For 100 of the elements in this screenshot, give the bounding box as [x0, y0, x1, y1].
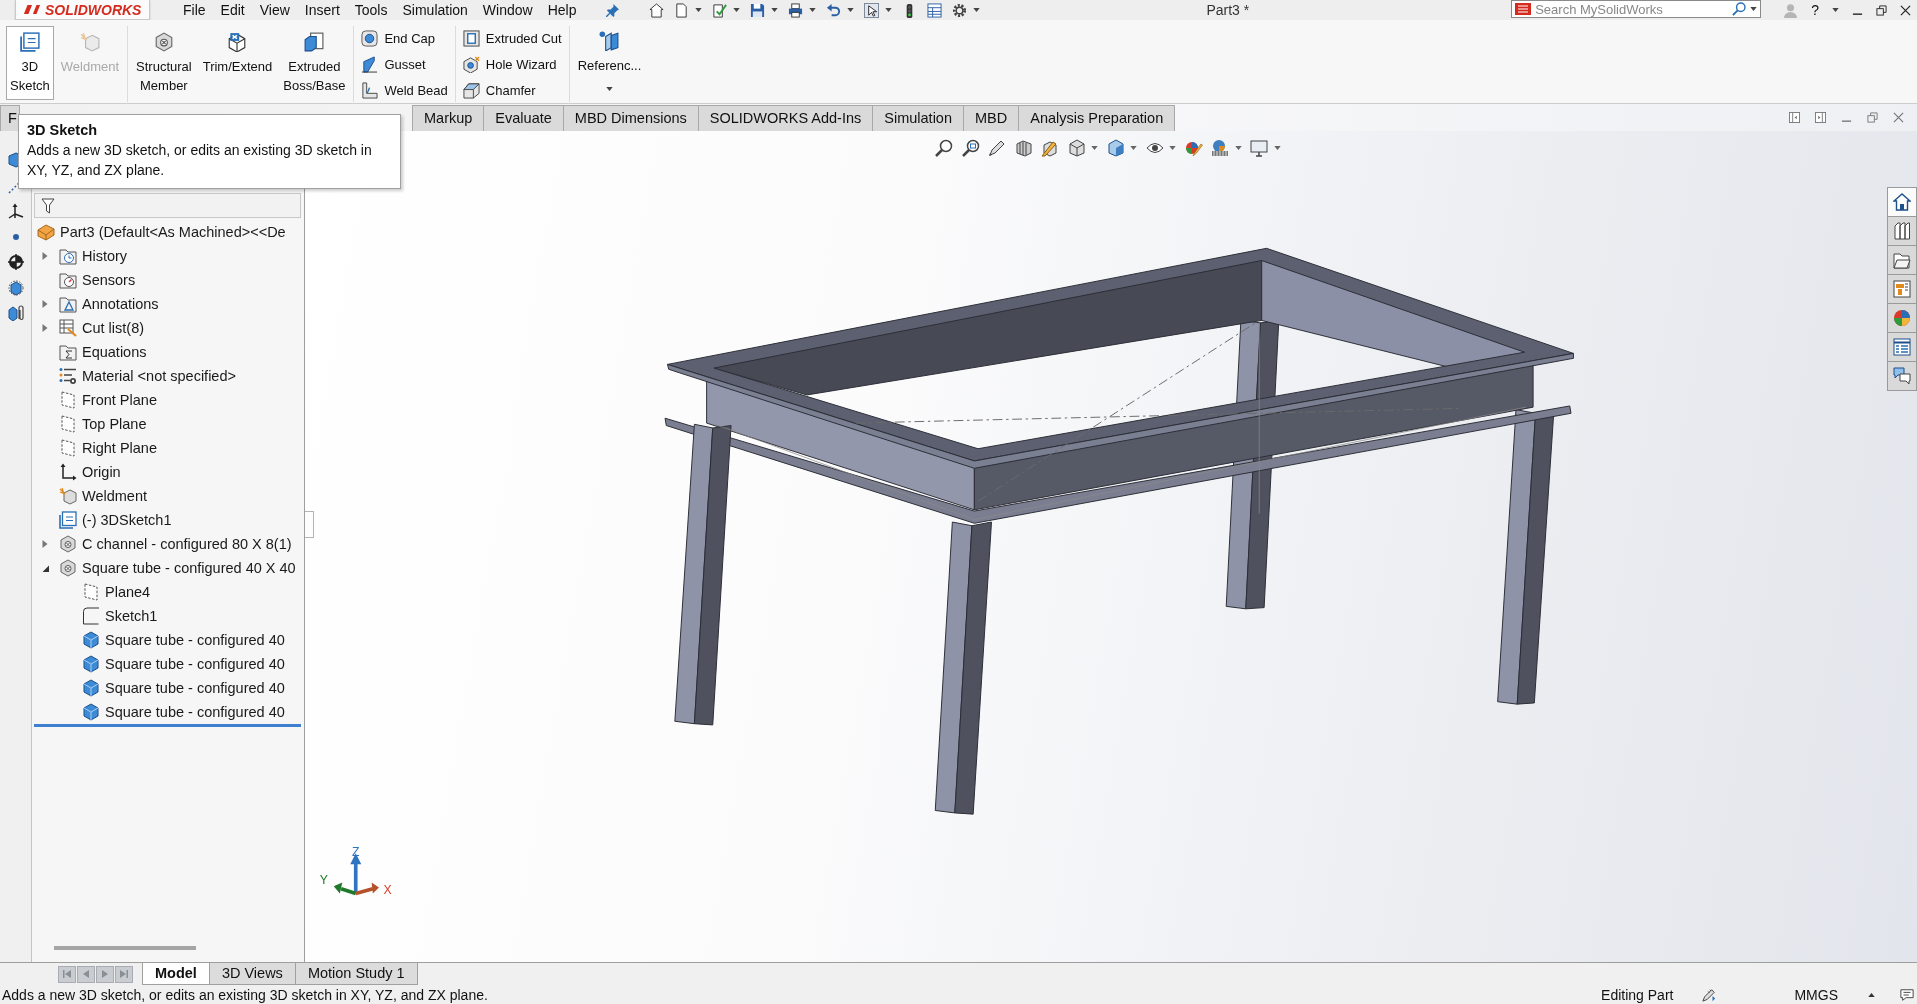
tree-item[interactable]: Square tube - configured 40 X 40	[82, 559, 296, 577]
crosshair-icon[interactable]	[7, 254, 24, 270]
caret-icon[interactable]	[809, 8, 817, 12]
tab[interactable]: Model	[142, 963, 210, 985]
home-icon[interactable]	[649, 2, 665, 18]
task-pane-tab[interactable]	[1887, 187, 1917, 217]
tree-item[interactable]: Equations	[82, 343, 147, 361]
pencil-icon[interactable]	[988, 139, 1006, 157]
tree-item[interactable]: Cut list(8)	[82, 319, 145, 337]
close-icon[interactable]	[1900, 4, 1911, 16]
caret-icon[interactable]	[1091, 146, 1098, 150]
sphere-pencil-icon[interactable]	[1184, 139, 1203, 157]
task-pane-tab[interactable]	[1887, 332, 1917, 362]
tree-item[interactable]: Square tube - configured 40	[105, 703, 285, 721]
tab[interactable]: F	[0, 105, 20, 131]
next-tab-button[interactable]	[96, 965, 114, 983]
tree-item[interactable]: Right Plane	[82, 439, 157, 457]
toolbar-button[interactable]: Gusset	[358, 53, 451, 75]
dot-icon[interactable]	[12, 233, 19, 240]
toolbar-button[interactable]: Extruded Boss/Base	[279, 26, 350, 100]
caret-icon[interactable]	[885, 8, 893, 12]
caret-icon[interactable]	[973, 8, 981, 12]
tree-item[interactable]: C channel - configured 80 X 8(1)	[82, 535, 292, 553]
caret-icon[interactable]	[695, 8, 703, 12]
tree-item[interactable]: Front Plane	[82, 391, 157, 409]
monitor-icon[interactable]	[1250, 139, 1268, 157]
panel-splitter-handle[interactable]	[305, 511, 314, 538]
tree-item[interactable]: Square tube - configured 40	[105, 679, 285, 697]
chat-icon[interactable]	[1900, 987, 1914, 1002]
toolbar-button[interactable]: Extruded Cut	[459, 27, 565, 49]
tree-item[interactable]: Material <not specified>	[82, 367, 236, 385]
help-menu[interactable]: ?	[1811, 1, 1819, 19]
toolbar-button[interactable]: Hole Wizard	[459, 53, 565, 75]
tab[interactable]: MBD	[963, 105, 1020, 131]
tab[interactable]: Markup	[412, 105, 485, 131]
shaded-cube-icon[interactable]	[1106, 139, 1125, 157]
panel-right-icon[interactable]	[1815, 112, 1826, 123]
magnifier-box-icon[interactable]	[961, 139, 980, 157]
search-field[interactable]: Search MySolidWorks	[1511, 0, 1762, 18]
sphere-scene-icon[interactable]	[1211, 139, 1229, 157]
tree-item[interactable]: Weldment	[82, 487, 147, 505]
pin-icon[interactable]	[606, 3, 620, 17]
cursor-icon[interactable]	[864, 2, 880, 18]
tab[interactable]: MBD Dimensions	[562, 105, 699, 131]
toolbar-button[interactable]: End Cap	[358, 27, 451, 49]
cube-icon[interactable]	[1067, 139, 1086, 157]
tree-item[interactable]: Part3 (Default<As Machined><<De	[60, 223, 286, 241]
magnifier-icon[interactable]	[935, 139, 953, 157]
expand-caret-icon[interactable]	[41, 564, 49, 572]
horizontal-scrollbar[interactable]	[54, 946, 196, 950]
first-tab-button[interactable]	[58, 965, 76, 983]
page-icon[interactable]	[674, 2, 690, 18]
tab[interactable]: Simulation	[872, 105, 964, 131]
striped-box-icon[interactable]	[1014, 139, 1033, 157]
tree-item[interactable]: Sketch1	[105, 607, 158, 625]
menu-item[interactable]: Help	[547, 1, 577, 19]
caret-icon[interactable]	[1234, 146, 1242, 150]
tree-item[interactable]: Origin	[82, 463, 121, 481]
tab[interactable]: Evaluate	[483, 105, 564, 131]
settings-icon[interactable]	[952, 2, 968, 18]
pencil-box-icon[interactable]	[1041, 139, 1059, 157]
menu-item[interactable]: View	[259, 1, 290, 19]
units-selector[interactable]: MMGS	[1794, 986, 1838, 1003]
tree-item[interactable]: Sensors	[82, 271, 136, 289]
tab[interactable]: 3D Views	[208, 963, 296, 985]
tree-item[interactable]: Square tube - configured 40	[105, 631, 285, 649]
caret-icon[interactable]	[733, 8, 741, 12]
toolbar-button[interactable]: Chamfer	[459, 79, 565, 101]
tree-item[interactable]: Top Plane	[82, 415, 147, 433]
menu-item[interactable]: File	[183, 1, 206, 19]
task-pane-tab[interactable]	[1887, 245, 1917, 275]
task-pane-tab[interactable]	[1887, 361, 1917, 391]
pencil-ruler-icon[interactable]	[1702, 987, 1717, 1002]
tab[interactable]: Motion Study 1	[294, 963, 418, 985]
last-tab-button[interactable]	[115, 965, 133, 983]
tree-item[interactable]: Annotations	[82, 295, 159, 313]
filter-field[interactable]	[34, 193, 301, 218]
toolbar-button[interactable]: Weld Bead	[358, 79, 451, 101]
previous-tab-button[interactable]	[77, 965, 95, 983]
caret-icon[interactable]	[1832, 8, 1839, 12]
gear-cube-icon[interactable]	[7, 279, 24, 296]
axes-icon[interactable]	[7, 203, 24, 219]
caret-icon[interactable]	[847, 8, 855, 12]
toolbar-button[interactable]: 3D Sketch	[6, 26, 54, 100]
cube-clip-icon[interactable]	[7, 305, 24, 321]
menu-item[interactable]: Edit	[220, 1, 245, 19]
toolbar-button[interactable]: Structural Member	[132, 26, 196, 100]
tree-item[interactable]: (-) 3DSketch1	[82, 511, 172, 529]
caret-up-icon[interactable]	[1868, 992, 1875, 997]
caret-icon[interactable]	[771, 8, 779, 12]
menu-item[interactable]: Insert	[304, 1, 340, 19]
tab[interactable]: Analysis Preparation	[1018, 105, 1176, 131]
caret-icon[interactable]	[1130, 146, 1137, 150]
toolbar-button[interactable]: Trim/Extend	[198, 26, 277, 100]
panel-left-icon[interactable]	[1789, 112, 1800, 123]
tree-item[interactable]: History	[82, 247, 128, 265]
menu-item[interactable]: Simulation	[402, 1, 468, 19]
toolbar-button[interactable]: Referenc...	[573, 26, 646, 91]
menu-item[interactable]: Window	[482, 1, 533, 19]
menu-item[interactable]: Tools	[354, 1, 388, 19]
